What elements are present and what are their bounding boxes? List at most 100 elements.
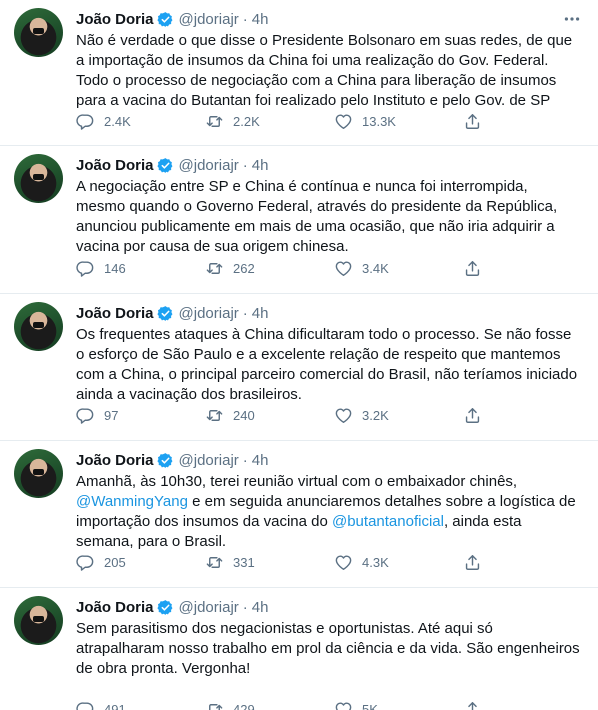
share-icon [463,553,482,572]
author-name[interactable]: João Doria [76,599,154,616]
tweet-actions: 2.4K 2.2K 13.3K [76,112,582,131]
retweet-count: 2.2K [233,114,260,129]
mention-link[interactable]: @butantanoficial [332,513,444,530]
share-icon [463,406,482,425]
like-button[interactable]: 5K [334,700,463,710]
share-button[interactable] [463,406,491,425]
tweet-timestamp[interactable]: 4h [252,305,269,322]
tweet-text: Os frequentes ataques à China dificultar… [76,326,578,403]
tweet-text: A negociação entre SP e China é contínua… [76,178,558,255]
reply-icon [76,406,95,425]
tweet-text: Sem parasitismo dos negacionistas e opor… [76,620,580,677]
heart-icon [334,259,353,278]
reply-button[interactable]: 97 [76,406,205,425]
tweet-text: Amanhã, às 10h30, terei reunião virtual … [76,472,581,552]
avatar[interactable] [14,154,63,203]
author-handle[interactable]: @jdoriajr [179,11,239,28]
tweet-timestamp[interactable]: 4h [252,11,269,28]
author-name[interactable]: João Doria [76,11,154,28]
reply-count: 146 [104,261,126,276]
tweet-header: João Doria @jdoriajr · 4h [76,449,582,471]
author-name[interactable]: João Doria [76,305,154,322]
reply-icon [76,700,95,710]
retweet-button[interactable]: 2.2K [205,112,334,131]
retweet-icon [205,406,224,425]
author-handle[interactable]: @jdoriajr [179,599,239,616]
reply-count: 2.4K [104,114,131,129]
reply-icon [76,553,95,572]
tweet[interactable]: João Doria @jdoriajr · 4h Amanhã, às 10h… [0,441,598,588]
retweet-button[interactable]: 262 [205,259,334,278]
tweet-actions: 97 240 3.2K [76,406,582,425]
avatar[interactable] [14,8,63,57]
like-count: 4.3K [362,555,389,570]
like-button[interactable]: 3.2K [334,406,463,425]
separator-dot: · [242,598,248,616]
avatar[interactable] [14,596,63,645]
reply-button[interactable]: 205 [76,553,205,572]
heart-icon [334,112,353,131]
avatar[interactable] [14,302,63,351]
separator-dot: · [242,451,248,469]
reply-count: 491 [104,702,126,710]
reply-button[interactable]: 146 [76,259,205,278]
author-name[interactable]: João Doria [76,157,154,174]
verified-badge-icon [157,157,174,174]
separator-dot: · [242,10,248,28]
author-handle[interactable]: @jdoriajr [179,157,239,174]
separator-dot: · [242,304,248,322]
tweet-header: João Doria @jdoriajr · 4h [76,154,582,176]
retweet-icon [205,112,224,131]
like-count: 13.3K [362,114,396,129]
avatar-column [14,8,76,145]
heart-icon [334,406,353,425]
retweet-button[interactable]: 429 [205,700,334,710]
avatar-column [14,154,76,293]
author-handle[interactable]: @jdoriajr [179,452,239,469]
avatar-column [14,449,76,587]
mention-link[interactable]: @WanmingYang [76,493,188,510]
tweet[interactable]: João Doria @jdoriajr · 4h Não é verdade … [0,0,598,146]
avatar[interactable] [14,449,63,498]
tweet-timestamp[interactable]: 4h [252,452,269,469]
retweet-count: 429 [233,702,255,710]
like-button[interactable]: 4.3K [334,553,463,572]
share-button[interactable] [463,259,491,278]
retweet-icon [205,700,224,710]
reply-icon [76,112,95,131]
retweet-button[interactable]: 240 [205,406,334,425]
share-icon [463,700,482,710]
retweet-count: 331 [233,555,255,570]
tweet-header: João Doria @jdoriajr · 4h [76,8,582,30]
retweet-icon [205,553,224,572]
tweet[interactable]: João Doria @jdoriajr · 4h A negociação e… [0,146,598,294]
share-button[interactable] [463,700,491,710]
like-button[interactable]: 3.4K [334,259,463,278]
retweet-button[interactable]: 331 [205,553,334,572]
like-count: 5K [362,702,378,710]
tweet-content: João Doria @jdoriajr · 4h Sem parasitism… [76,596,582,710]
tweet-timestamp[interactable]: 4h [252,599,269,616]
tweet-header: João Doria @jdoriajr · 4h [76,302,582,324]
reply-count: 205 [104,555,126,570]
heart-icon [334,553,353,572]
tweet[interactable]: João Doria @jdoriajr · 4h Sem parasitism… [0,588,598,710]
tweet-timestamp[interactable]: 4h [252,157,269,174]
author-name[interactable]: João Doria [76,452,154,469]
retweet-count: 240 [233,408,255,423]
reply-button[interactable]: 2.4K [76,112,205,131]
share-button[interactable] [463,112,491,131]
reply-button[interactable]: 491 [76,700,205,710]
tweet-actions: 205 331 4.3K [76,553,582,572]
share-icon [463,259,482,278]
tweet[interactable]: João Doria @jdoriajr · 4h Os frequentes … [0,294,598,441]
tweet-text-part: Amanhã, às 10h30, terei reunião virtual … [76,473,518,490]
retweet-icon [205,259,224,278]
verified-badge-icon [157,11,174,28]
share-button[interactable] [463,553,491,572]
author-handle[interactable]: @jdoriajr [179,305,239,322]
share-icon [463,112,482,131]
heart-icon [334,700,353,710]
like-button[interactable]: 13.3K [334,112,463,131]
more-options-icon[interactable] [562,12,582,26]
